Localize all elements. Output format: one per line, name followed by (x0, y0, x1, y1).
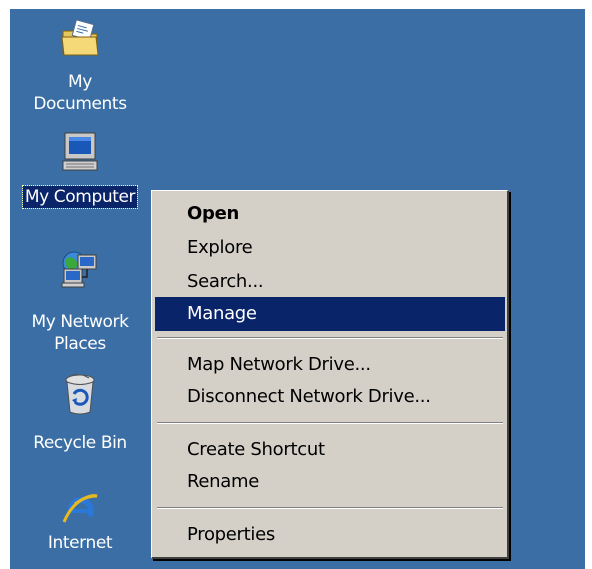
icon-label-line2: Documents (33, 94, 127, 114)
folder-documents-icon (61, 19, 99, 56)
menu-item-rename[interactable]: Rename (155, 465, 505, 499)
menu-item-create-shortcut[interactable]: Create Shortcut (155, 433, 505, 467)
menu-separator (157, 337, 503, 339)
computer-icon (62, 132, 98, 171)
menu-item-disconnect-network-drive[interactable]: Disconnect Network Drive... (155, 380, 505, 414)
internet-explorer-icon (62, 494, 98, 523)
icon-label: Internet (47, 533, 113, 553)
menu-separator (157, 507, 503, 509)
icon-label: My Computer (21, 185, 139, 209)
menu-item-open[interactable]: Open (155, 197, 505, 231)
menu-separator (157, 422, 503, 424)
menu-item-explore[interactable]: Explore (155, 231, 505, 265)
menu-item-search[interactable]: Search... (155, 265, 505, 299)
context-menu[interactable]: Open Explore Search... Manage Map Networ… (151, 190, 509, 559)
desktop-icon-my-network-places[interactable]: My Network Places (10, 249, 150, 359)
icon-label-line1: My Network (31, 312, 129, 332)
menu-item-manage[interactable]: Manage (155, 297, 505, 331)
desktop-icon-my-documents[interactable]: My Documents (10, 9, 150, 129)
menu-item-map-network-drive[interactable]: Map Network Drive... (155, 348, 505, 382)
menu-item-properties[interactable]: Properties (155, 518, 505, 552)
icon-label-line1: My (68, 72, 92, 92)
icon-label-line2: Places (54, 334, 106, 354)
network-places-icon (61, 251, 97, 288)
icon-label: Recycle Bin (33, 433, 127, 453)
desktop-icon-my-computer[interactable]: My Computer (10, 129, 150, 209)
desktop-icon-internet[interactable]: Internet (10, 489, 150, 569)
desktop-icon-recycle-bin[interactable]: Recycle Bin (10, 369, 150, 459)
recycle-bin-icon (65, 373, 95, 415)
